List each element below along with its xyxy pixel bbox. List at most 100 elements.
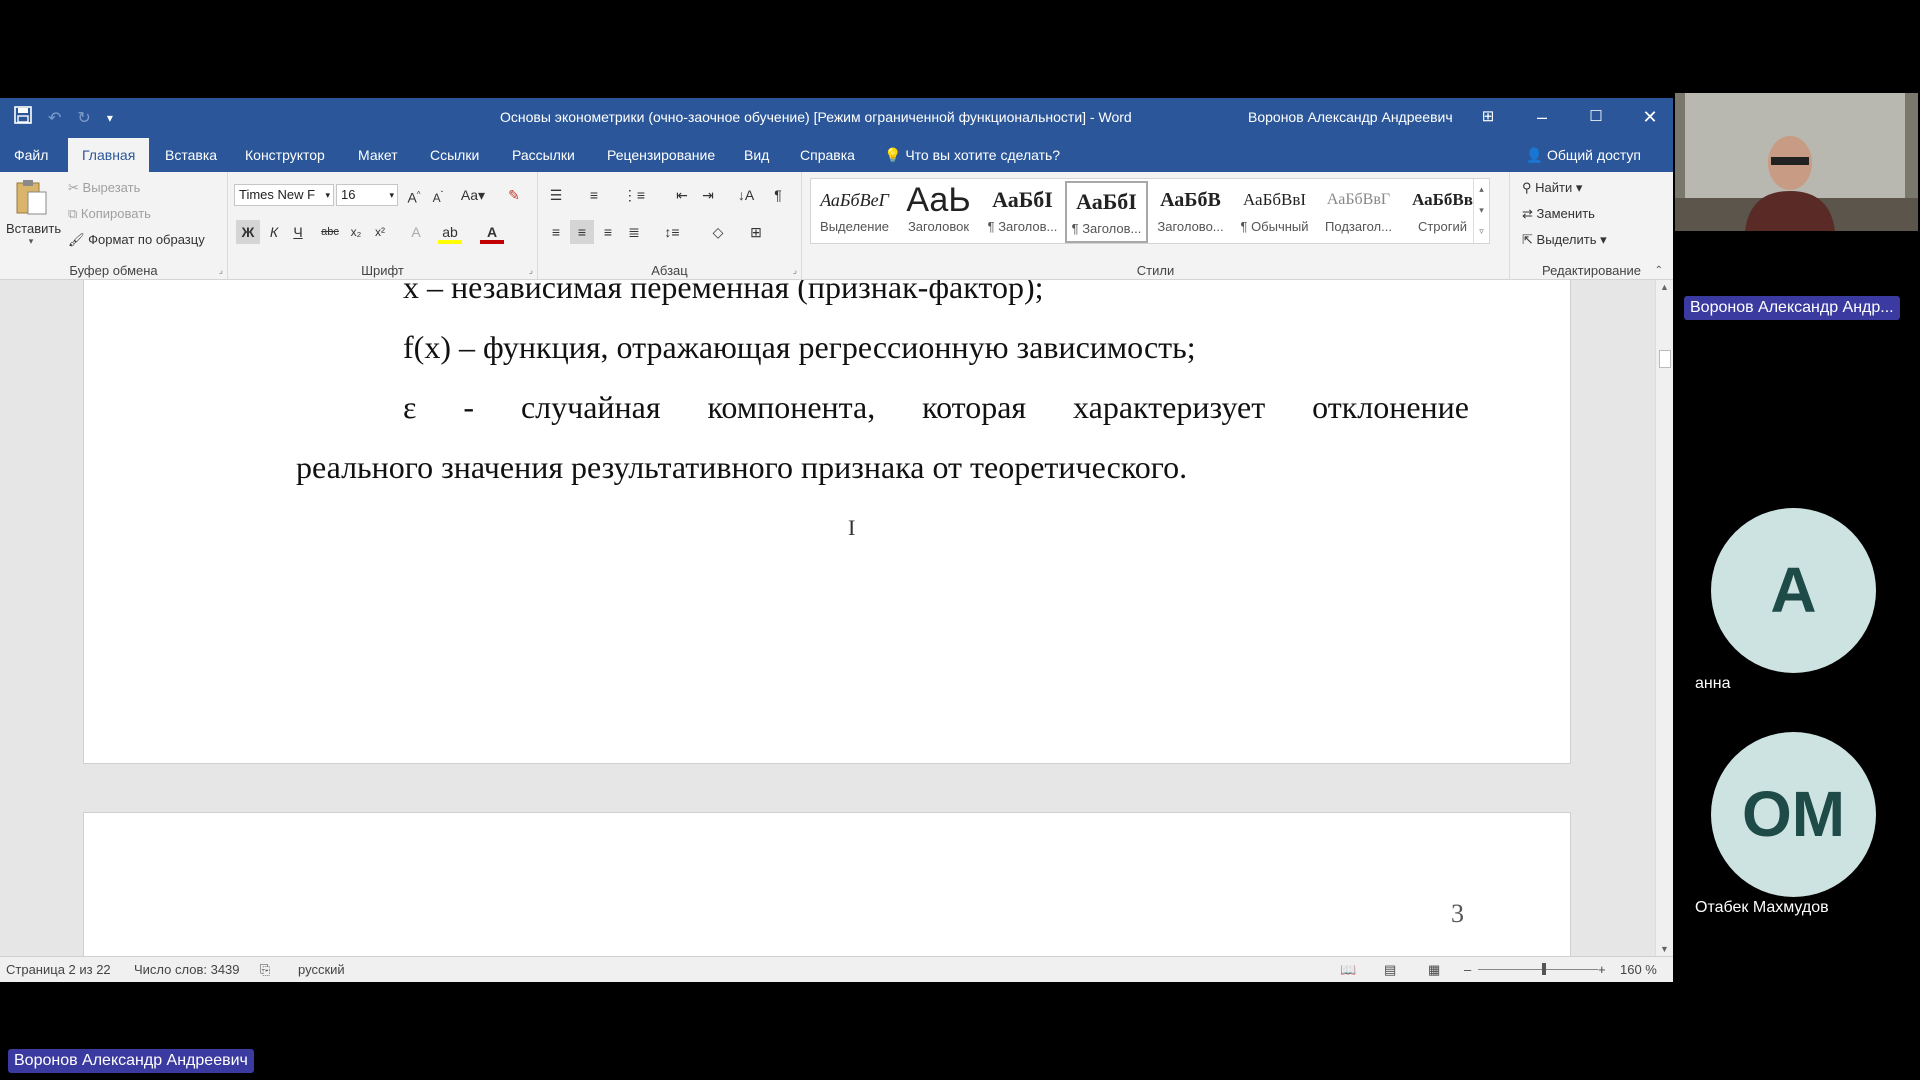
redo-icon[interactable]: ↻ bbox=[77, 108, 90, 128]
cut-label: Вырезать bbox=[82, 180, 141, 195]
zoom-out-icon[interactable]: – bbox=[1464, 962, 1471, 977]
scroll-thumb[interactable] bbox=[1659, 350, 1671, 368]
cut-button[interactable]: ✂ Вырезать bbox=[68, 180, 140, 196]
style-heading-2[interactable]: АаБбI ¶ Заголов... bbox=[1065, 181, 1148, 243]
zoom-slider[interactable] bbox=[1478, 969, 1598, 970]
proofing-icon[interactable]: ⎘ bbox=[260, 962, 270, 978]
tab-file[interactable]: Файл bbox=[0, 138, 62, 172]
decrease-indent-icon[interactable]: ⇤ bbox=[670, 183, 694, 207]
grow-font-icon[interactable]: A^ bbox=[402, 183, 426, 207]
document-area[interactable]: х – независимая переменная (признак-факт… bbox=[0, 280, 1655, 956]
collapse-ribbon-icon[interactable]: ⌃ bbox=[1655, 265, 1663, 276]
undo-icon[interactable]: ↶ bbox=[48, 108, 61, 128]
italic-button[interactable]: К bbox=[262, 220, 286, 244]
dialog-launcher-icon[interactable]: ⌟ bbox=[793, 265, 797, 276]
language[interactable]: русский bbox=[298, 962, 345, 977]
print-layout-icon[interactable]: ▤ bbox=[1384, 962, 1396, 978]
avatar[interactable]: А bbox=[1711, 508, 1876, 673]
page-3[interactable]: 3 bbox=[83, 812, 1571, 956]
close-button[interactable]: ✕ bbox=[1632, 102, 1668, 132]
scroll-up-icon[interactable]: ▲ bbox=[1660, 282, 1669, 292]
chevron-down-icon: ▾ bbox=[389, 190, 394, 200]
multilevel-list-icon[interactable]: ⋮≡ bbox=[622, 183, 646, 207]
word-count[interactable]: Число слов: 3439 bbox=[134, 962, 240, 977]
find-button[interactable]: ⚲ Найти ▾ bbox=[1522, 180, 1582, 196]
font-color-icon[interactable]: A bbox=[480, 220, 504, 244]
avatar[interactable]: ОМ bbox=[1711, 732, 1876, 897]
text-line[interactable]: х – независимая переменная (признак-факт… bbox=[403, 280, 1043, 306]
change-case-icon[interactable]: Aa▾ bbox=[456, 183, 490, 207]
zoom-level[interactable]: 160 % bbox=[1620, 962, 1657, 977]
style-subtitle[interactable]: АаБбВвГ Подзагол... bbox=[1317, 181, 1400, 243]
dialog-launcher-icon[interactable]: ⌟ bbox=[529, 265, 533, 276]
tab-references[interactable]: Ссылки bbox=[416, 138, 493, 172]
zoom-in-icon[interactable]: + bbox=[1598, 962, 1606, 977]
font-name-combo[interactable]: Times New F ▾ bbox=[234, 184, 334, 206]
tab-design[interactable]: Конструктор bbox=[231, 138, 339, 172]
tab-help[interactable]: Справка bbox=[786, 138, 869, 172]
page-2[interactable]: х – независимая переменная (признак-факт… bbox=[83, 280, 1571, 764]
tab-home[interactable]: Главная bbox=[68, 138, 150, 172]
show-formatting-icon[interactable]: ¶ bbox=[766, 183, 790, 207]
tab-layout[interactable]: Макет bbox=[344, 138, 412, 172]
subscript-icon[interactable]: x₂ bbox=[344, 220, 368, 244]
text-line[interactable]: реального значения результативного призн… bbox=[296, 449, 1187, 486]
shading-icon[interactable]: ◇ bbox=[706, 220, 730, 244]
sort-icon[interactable]: ↓A bbox=[734, 183, 758, 207]
style-title[interactable]: АаЬ Заголовок bbox=[897, 181, 980, 243]
tab-insert[interactable]: Вставка bbox=[151, 138, 231, 172]
zoom-slider-thumb[interactable] bbox=[1542, 963, 1546, 975]
underline-button[interactable]: Ч bbox=[286, 220, 310, 244]
minimize-button[interactable]: – bbox=[1524, 102, 1560, 132]
tab-mailings[interactable]: Рассылки bbox=[498, 138, 589, 172]
replace-button[interactable]: ⇄ Заменить bbox=[1522, 206, 1595, 222]
strikethrough-icon[interactable]: abc bbox=[318, 220, 342, 244]
line-spacing-icon[interactable]: ↕≡ bbox=[660, 220, 684, 244]
quick-access-toolbar: ↶ ↻ ▾ bbox=[14, 106, 113, 129]
style-heading-1[interactable]: АаБбI ¶ Заголов... bbox=[981, 181, 1064, 243]
vertical-scrollbar[interactable]: ▲ ▼ bbox=[1655, 280, 1673, 956]
scroll-down-icon[interactable]: ▼ bbox=[1660, 944, 1669, 954]
text-effects-icon[interactable]: A bbox=[404, 220, 428, 244]
read-mode-icon[interactable]: 📖 bbox=[1340, 962, 1356, 978]
page-count[interactable]: Страница 2 из 22 bbox=[6, 962, 111, 977]
bold-button[interactable]: Ж bbox=[236, 220, 260, 244]
maximize-button[interactable]: ☐ bbox=[1578, 102, 1614, 132]
customize-qat-icon[interactable]: ▾ bbox=[107, 111, 113, 125]
word-window: ↶ ↻ ▾ Основы эконометрики (очно-заочное … bbox=[0, 98, 1673, 982]
style-strong[interactable]: АаБбВв Строгий bbox=[1401, 181, 1484, 243]
borders-icon[interactable]: ⊞ bbox=[744, 220, 768, 244]
style-heading-3[interactable]: АаБбВ Заголово... bbox=[1149, 181, 1232, 243]
superscript-icon[interactable]: x² bbox=[368, 220, 392, 244]
copy-button[interactable]: ⧉ Копировать bbox=[68, 206, 151, 222]
save-icon[interactable] bbox=[14, 106, 32, 129]
align-center-icon[interactable]: ≡ bbox=[570, 220, 594, 244]
increase-indent-icon[interactable]: ⇥ bbox=[696, 183, 720, 207]
numbering-icon[interactable]: ≡ bbox=[582, 183, 606, 207]
font-size-combo[interactable]: 16 ▾ bbox=[336, 184, 398, 206]
highlight-icon[interactable]: ab bbox=[438, 220, 462, 244]
web-layout-icon[interactable]: ▦ bbox=[1428, 962, 1440, 978]
style-emphasis[interactable]: АаБбВеГ Выделение bbox=[813, 181, 896, 243]
speaker-name-tag: Воронов Александр Андр... bbox=[1684, 296, 1900, 320]
style-normal[interactable]: АаБбВвI ¶ Обычный bbox=[1233, 181, 1316, 243]
select-button[interactable]: ⇱ Выделить ▾ bbox=[1522, 232, 1607, 248]
tab-view[interactable]: Вид bbox=[730, 138, 783, 172]
text-line[interactable]: f(x) – функция, отражающая регрессионную… bbox=[403, 329, 1196, 366]
paste-dropdown-icon[interactable]: ▾ bbox=[6, 236, 56, 247]
tell-me-box[interactable]: 💡 Что вы хотите сделать? bbox=[870, 138, 1074, 172]
align-left-icon[interactable]: ≡ bbox=[544, 220, 568, 244]
paste-button[interactable]: Вставить ▾ bbox=[6, 178, 61, 247]
bullets-icon[interactable]: ☰ bbox=[544, 183, 568, 207]
tab-review[interactable]: Рецензирование bbox=[593, 138, 729, 172]
ribbon-display-icon[interactable]: ⊞ bbox=[1470, 102, 1506, 132]
justify-icon[interactable]: ≣ bbox=[622, 220, 646, 244]
text-line[interactable]: ε - случайная компонента, которая характ… bbox=[403, 389, 1469, 426]
shrink-font-icon[interactable]: Aˇ bbox=[426, 183, 450, 207]
format-painter-button[interactable]: 🖌 Формат по образцу bbox=[68, 232, 205, 248]
share-button[interactable]: 👤 Общий доступ bbox=[1526, 138, 1641, 172]
align-right-icon[interactable]: ≡ bbox=[596, 220, 620, 244]
clear-formatting-icon[interactable]: ✎ bbox=[502, 183, 526, 207]
gallery-scroll[interactable]: ▴ ▾ ▿ bbox=[1473, 179, 1489, 243]
dialog-launcher-icon[interactable]: ⌟ bbox=[219, 265, 223, 276]
